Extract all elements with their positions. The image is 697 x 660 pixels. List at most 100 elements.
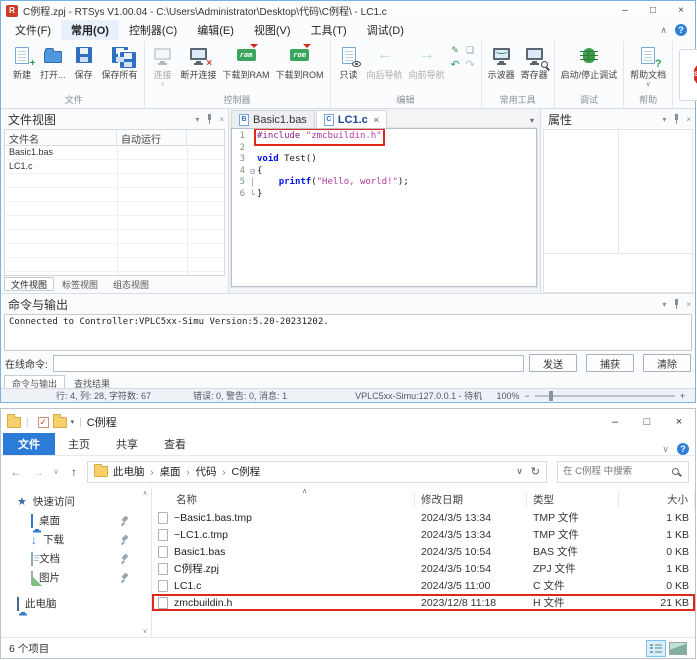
nav-up-icon[interactable]: ↑ <box>65 465 83 479</box>
file-view-col-name[interactable]: 文件名 <box>5 130 117 145</box>
ribbon-button-向前导航[interactable]: →向前导航 <box>406 42 448 81</box>
file-row-~Basic1.bas.tmp[interactable]: ~Basic1.bas.tmp2024/3/5 13:34TMP 文件1 KB <box>152 509 695 526</box>
breadcrumb-item-此电脑[interactable]: 此电脑 <box>113 464 145 479</box>
editor-tab-LC1.c[interactable]: CLC1.c× <box>316 110 387 128</box>
rtsys-maximize-button[interactable]: □ <box>639 1 667 20</box>
menu-item-文件(F)[interactable]: 文件(F) <box>5 20 61 40</box>
editor-tab-Basic1.bas[interactable]: BBasic1.bas <box>231 110 315 128</box>
menu-item-调试(D)[interactable]: 调试(D) <box>357 20 414 40</box>
ribbon-button-下载到ROM[interactable]: rom下载到ROM <box>273 42 327 81</box>
search-input[interactable] <box>563 466 672 477</box>
view-tab-组态视图[interactable]: 组态视图 <box>106 277 156 291</box>
zoom-in-button[interactable]: + <box>680 391 685 401</box>
fold-marker-icon[interactable]: └ <box>248 189 257 201</box>
ribbon-button-保存所有[interactable]: 保存所有 <box>99 42 141 81</box>
file-row-zmcbuildin.h[interactable]: zmcbuildin.h2023/12/8 11:18H 文件21 KB <box>152 594 695 611</box>
ribbon-button-连接[interactable]: 连接∨ <box>148 42 178 87</box>
qat-check-icon[interactable]: ✓ <box>38 417 49 428</box>
file-row-C例程.zpj[interactable]: C例程.zpj2024/3/5 10:54ZPJ 文件1 KB <box>152 560 695 577</box>
explorer-titlebar[interactable]: | ✓ ▾ | C例程 – □ × <box>1 409 695 435</box>
column-header-修改日期[interactable]: 修改日期 <box>415 491 527 507</box>
nav-forward-icon[interactable]: → <box>29 465 47 479</box>
qat-caret-icon[interactable]: ▾ <box>71 418 75 426</box>
explorer-close-button[interactable]: × <box>663 409 695 435</box>
file-view-dropdown-icon[interactable]: ▾ <box>195 115 199 124</box>
nav-history-icon[interactable]: ∨ <box>51 467 61 476</box>
view-tab-标签视图[interactable]: 标签视图 <box>55 277 105 291</box>
rtsys-help-icon[interactable]: ? <box>675 24 687 36</box>
ribbon-button-寄存器[interactable]: 寄存器 <box>518 42 551 81</box>
properties-pin-icon[interactable] <box>672 114 680 124</box>
explorer-help-icon[interactable]: ? <box>677 443 689 455</box>
file-row-Basic1.bas[interactable]: Basic1.bas2024/3/5 10:54BAS 文件0 KB <box>152 543 695 560</box>
explorer-tab-文件[interactable]: 文件 <box>3 433 55 455</box>
sidebar-item-快速访问[interactable]: ★快速访问 <box>1 492 139 511</box>
details-view-button[interactable] <box>646 640 666 657</box>
ribbon-button-新建[interactable]: +新建 <box>7 42 37 81</box>
sidebar-item-此电脑[interactable]: 此电脑 <box>1 594 139 613</box>
explorer-tab-主页[interactable]: 主页 <box>55 433 103 455</box>
file-view-pin-icon[interactable] <box>205 114 213 124</box>
zoom-slider-thumb[interactable] <box>549 391 553 401</box>
ribbon-button-只读[interactable]: 只读 <box>334 42 364 81</box>
editor-tab-overflow-icon[interactable]: ▾ <box>530 116 534 125</box>
online-command-input[interactable] <box>53 355 524 372</box>
output-close-icon[interactable]: × <box>686 300 691 309</box>
捕获-button[interactable]: 捕获 <box>586 354 634 372</box>
ribbon-button-打开...[interactable]: 打开... <box>37 42 69 81</box>
ribbon-expand-icon[interactable]: ∨ <box>662 444 669 455</box>
ribbon-button-启动/停止调试[interactable]: 启动/停止调试 <box>558 42 621 81</box>
explorer-tab-共享[interactable]: 共享 <box>103 433 151 455</box>
fold-marker-icon[interactable]: ⊟ <box>248 166 257 178</box>
edit-icon[interactable]: ✎ <box>450 45 461 56</box>
rtsys-titlebar[interactable]: R C例程.zpj - RTSys V1.00.04 - C:\Users\Ad… <box>1 1 695 20</box>
thumbnail-view-button[interactable] <box>669 642 687 655</box>
nav-back-icon[interactable]: ← <box>7 465 25 479</box>
breadcrumb-item-C例程[interactable]: C例程 <box>232 464 261 479</box>
menu-item-编辑(E)[interactable]: 编辑(E) <box>187 20 244 40</box>
fold-marker-icon[interactable]: │ <box>248 177 257 189</box>
output-dropdown-icon[interactable]: ▾ <box>662 300 666 309</box>
发送-button[interactable]: 发送 <box>529 354 577 372</box>
explorer-maximize-button[interactable]: □ <box>631 409 663 435</box>
sidebar-scrollbar[interactable]: ∧∨ <box>139 487 151 637</box>
explorer-minimize-button[interactable]: – <box>599 409 631 435</box>
properties-close-icon[interactable]: × <box>686 115 691 124</box>
ribbon-button-下载到RAM[interactable]: ram下载到RAM <box>220 42 273 81</box>
file-row-LC1.c[interactable]: LC1.c2024/3/5 11:00C 文件0 KB <box>152 577 695 594</box>
file-row-~LC1.c.tmp[interactable]: ~LC1.c.tmp2024/3/5 13:34TMP 文件1 KB <box>152 526 695 543</box>
sidebar-item-图片[interactable]: 图片 <box>1 568 139 587</box>
copy-icon[interactable]: ❏ <box>465 45 476 56</box>
refresh-icon[interactable]: ↻ <box>531 465 540 478</box>
output-pin-icon[interactable] <box>672 299 680 309</box>
menu-item-视图(V)[interactable]: 视图(V) <box>244 20 301 40</box>
breadcrumb-item-桌面[interactable]: 桌面 <box>160 464 181 479</box>
breadcrumb[interactable]: 此电脑›桌面›代码›C例程 ∨ ↻ <box>87 461 547 483</box>
project-file-row[interactable]: Basic1.bas <box>5 146 224 160</box>
ribbon-button-断开连接[interactable]: ×断开连接 <box>178 42 220 81</box>
ribbon-collapse-icon[interactable]: ∧ <box>660 25 667 36</box>
project-file-row[interactable]: LC1.c <box>5 160 224 174</box>
address-dropdown-icon[interactable]: ∨ <box>516 466 523 477</box>
properties-dropdown-icon[interactable]: ▾ <box>662 115 666 124</box>
rtsys-minimize-button[interactable]: – <box>611 1 639 20</box>
sidebar-item-桌面[interactable]: 桌面 <box>1 511 139 530</box>
ribbon-button-帮助文档[interactable]: ?帮助文档∨ <box>627 42 669 87</box>
explorer-tab-查看[interactable]: 查看 <box>151 433 199 455</box>
ribbon-button-向后导航[interactable]: ←向后导航 <box>364 42 406 81</box>
zoom-slider[interactable] <box>535 395 675 397</box>
view-tab-文件视图[interactable]: 文件视图 <box>4 277 54 291</box>
qat-folder-icon[interactable] <box>53 417 67 428</box>
breadcrumb-item-代码[interactable]: 代码 <box>196 464 217 479</box>
menu-item-常用(O)[interactable]: 常用(O) <box>61 20 119 40</box>
ribbon-button-保存[interactable]: 保存 <box>69 42 99 81</box>
ribbon-button-示波器[interactable]: 示波器 <box>485 42 518 81</box>
redo-icon[interactable]: ↷ <box>465 59 476 70</box>
emergency-stop-button[interactable]: STOP紧急停止 <box>679 49 697 101</box>
undo-icon[interactable]: ↶ <box>450 59 461 70</box>
sidebar-item-文档[interactable]: 文档 <box>1 549 139 568</box>
tab-close-icon[interactable]: × <box>374 115 379 125</box>
清除-button[interactable]: 清除 <box>643 354 691 372</box>
menu-item-工具(T)[interactable]: 工具(T) <box>301 20 357 40</box>
file-view-col-autorun[interactable]: 自动运行 <box>117 130 187 145</box>
